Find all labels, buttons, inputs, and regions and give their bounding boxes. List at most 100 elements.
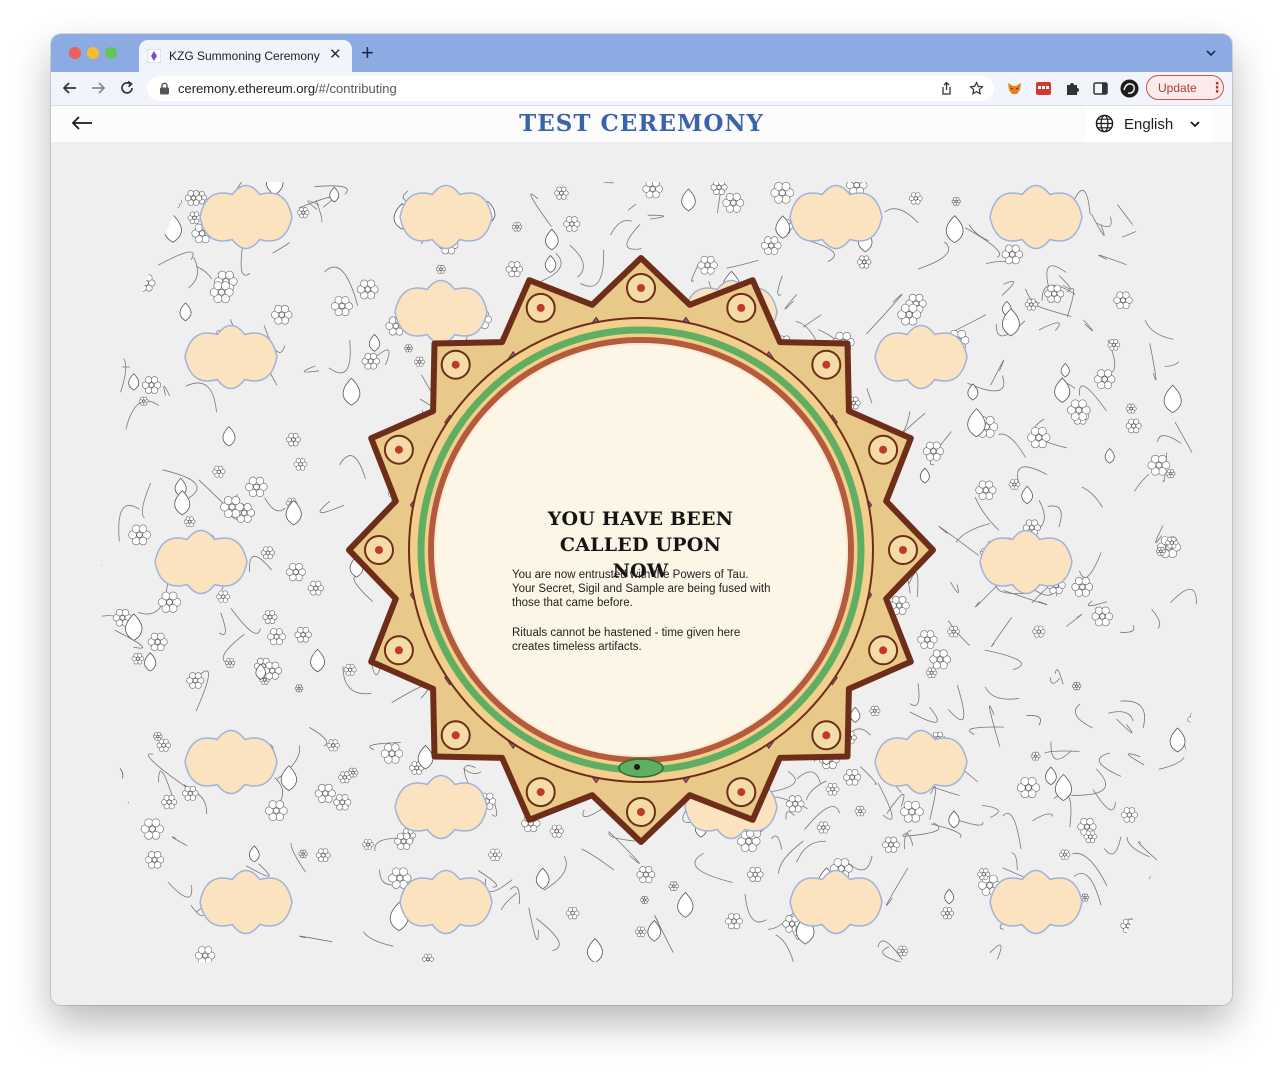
vine-stroke (148, 753, 189, 789)
petal-eye (394, 445, 403, 454)
flower-motif (144, 851, 165, 869)
vine-stroke (610, 220, 632, 236)
vine-stroke (195, 265, 213, 280)
minimize-window-button[interactable] (87, 47, 99, 59)
sidebar-icon[interactable] (1092, 80, 1109, 97)
vine-stroke (777, 275, 783, 296)
vine-stroke (984, 649, 1022, 671)
paisley-motif (310, 648, 325, 673)
vine-stroke (536, 918, 560, 951)
share-icon[interactable] (939, 81, 954, 96)
vine-stroke (530, 193, 552, 227)
forward-icon[interactable] (89, 79, 107, 97)
flower-motif (224, 658, 236, 668)
vine-stroke (1138, 841, 1169, 871)
more-icon[interactable]: ⋮ (1210, 79, 1224, 95)
paisley-motif (677, 891, 694, 918)
lock-icon[interactable] (159, 82, 170, 95)
peach-cloud-shape (394, 774, 488, 840)
flower-motif (722, 192, 745, 213)
flower-motif (139, 879, 150, 890)
flower-motif (161, 794, 178, 810)
vine-stroke (1026, 715, 1042, 726)
red-extension-icon[interactable] (1035, 80, 1052, 97)
paisley-motif (266, 182, 284, 196)
vine-stroke (509, 886, 520, 905)
flower-motif (1107, 339, 1121, 351)
flower-motif (361, 352, 380, 370)
paisley-motif (280, 765, 297, 791)
flower-motif (331, 296, 353, 317)
petal-eye (536, 303, 545, 312)
vine-stroke (580, 249, 605, 287)
address-bar[interactable]: ceremony.ethereum.org/#/contributing (147, 76, 994, 101)
flower-motif (158, 591, 181, 613)
reload-icon[interactable] (118, 79, 136, 97)
close-window-button[interactable] (69, 47, 81, 59)
profile-icon[interactable] (1120, 79, 1139, 98)
vine-stroke (303, 365, 319, 373)
peach-cloud-shape (789, 184, 883, 250)
flower-motif (951, 197, 961, 206)
page-title: TEST CEREMONY (519, 110, 764, 137)
peach-cloud-shape (199, 184, 293, 250)
vine-stroke (877, 782, 893, 820)
url-text: ceremony.ethereum.org/#/contributing (178, 81, 397, 96)
update-button[interactable]: Update ⋮ (1146, 75, 1224, 100)
peach-cloud-shape (199, 869, 293, 935)
paisley-motif (174, 490, 191, 516)
vine-stroke (158, 251, 194, 266)
vine-stroke (298, 196, 334, 209)
fox-extension-icon[interactable] (1006, 80, 1023, 97)
vine-stroke (1017, 466, 1048, 484)
back-icon[interactable] (61, 79, 79, 97)
flower-motif (394, 832, 413, 850)
vine-stroke (374, 837, 398, 851)
vine-stroke (120, 357, 127, 393)
diamond-favicon-icon (147, 49, 161, 63)
puzzle-icon[interactable] (1064, 80, 1081, 97)
petal-eye (879, 646, 888, 655)
paisley-motif (1160, 924, 1174, 945)
petal-eye (637, 808, 645, 816)
chevron-down-icon[interactable] (1204, 46, 1218, 60)
language-selector[interactable]: English (1086, 106, 1211, 142)
flower-motif (1191, 334, 1201, 345)
browser-tab[interactable]: KZG Summoning Ceremony ✕ (139, 40, 352, 72)
paisley-motif (681, 188, 696, 212)
star-icon[interactable] (969, 81, 984, 96)
zoom-window-button[interactable] (105, 47, 117, 59)
flower-motif (436, 264, 446, 274)
plus-icon[interactable]: + (361, 41, 374, 65)
petal-eye (737, 788, 746, 797)
browser-toolbar: ceremony.ethereum.org/#/contributing Upd… (51, 72, 1232, 106)
flower-motif (1156, 546, 1166, 556)
vine-stroke (1096, 216, 1112, 228)
vine-stroke (805, 780, 827, 801)
vine-stroke (1072, 852, 1108, 886)
peach-cloud-shape (399, 869, 493, 935)
vine-stroke (796, 840, 826, 863)
flower-motif (816, 821, 830, 834)
vine-stroke (1047, 505, 1062, 528)
vine-stroke (953, 314, 986, 332)
flower-motif (511, 222, 523, 232)
vine-stroke (1155, 201, 1175, 217)
vine-stroke (185, 382, 217, 413)
flower-motif (380, 743, 404, 764)
vine-stroke (102, 801, 129, 835)
paisley-motif (128, 373, 140, 391)
petal-eye (394, 646, 403, 655)
vine-stroke (339, 455, 366, 480)
flower-motif (1083, 830, 1098, 844)
paisley-motif (342, 377, 361, 406)
vine-stroke (903, 829, 912, 850)
flower-motif (245, 476, 268, 498)
vine-stroke (1121, 211, 1155, 238)
vine-stroke (947, 684, 965, 721)
flower-motif (315, 848, 331, 863)
close-icon[interactable]: ✕ (329, 46, 342, 64)
flower-motif (845, 182, 868, 195)
flower-motif (285, 563, 306, 582)
flower-motif (136, 274, 156, 292)
